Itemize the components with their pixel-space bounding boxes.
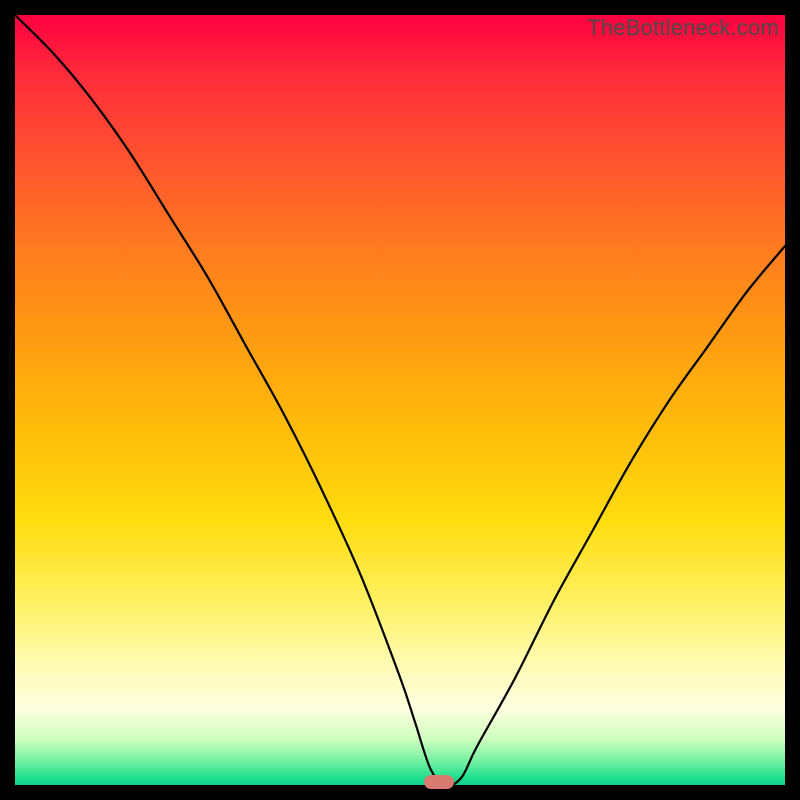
bottleneck-curve [15,15,785,785]
optimal-marker [424,775,454,789]
chart-frame: TheBottleneck.com [15,15,785,785]
